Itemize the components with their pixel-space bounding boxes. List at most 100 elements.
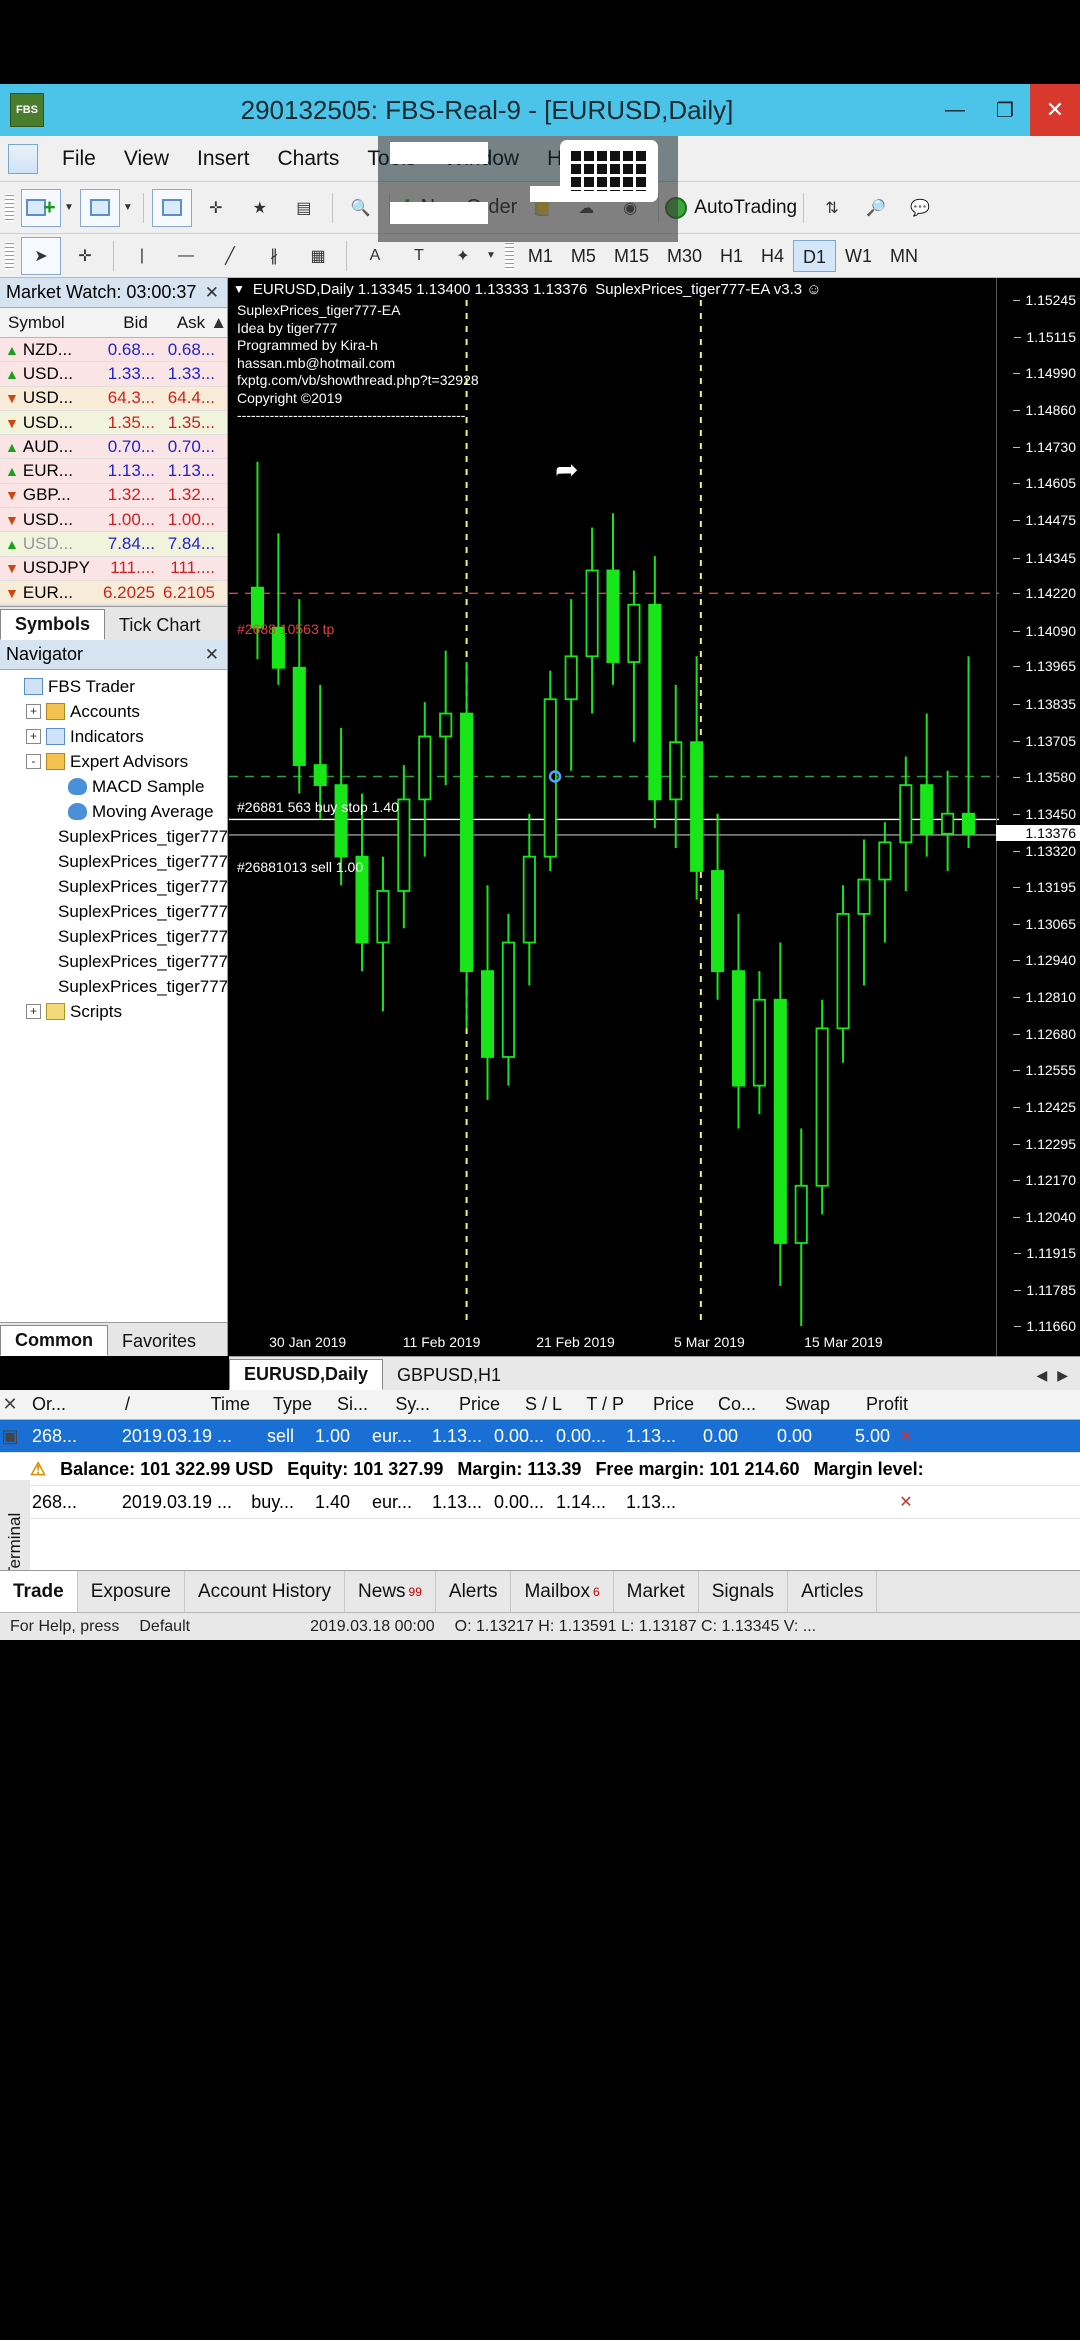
column-profit[interactable]: Profit bbox=[836, 1390, 914, 1419]
terminal-tab-articles[interactable]: Articles bbox=[788, 1571, 877, 1613]
navigator-item[interactable]: FBS Trader bbox=[4, 674, 227, 699]
terminal-tab-exposure[interactable]: Exposure bbox=[78, 1571, 185, 1613]
tab-gbpusd-h1[interactable]: GBPUSD,H1 bbox=[383, 1361, 515, 1390]
toolbar-grip[interactable] bbox=[5, 194, 14, 222]
menu-file[interactable]: File bbox=[48, 147, 110, 171]
tab-symbols[interactable]: Symbols bbox=[0, 609, 105, 640]
tab-eurusd-daily[interactable]: EURUSD,Daily bbox=[229, 1359, 383, 1390]
navigator-item[interactable]: SuplexPrices_tiger777 bbox=[4, 849, 227, 874]
navigator-item[interactable]: SuplexPrices_tiger777 bbox=[4, 874, 227, 899]
timeframe-m30[interactable]: M30 bbox=[658, 240, 711, 272]
close-icon[interactable]: ✕ bbox=[205, 645, 219, 665]
strategy-tester-button[interactable]: 🔍 bbox=[341, 189, 381, 227]
autotrading-button[interactable]: AutoTrading bbox=[665, 197, 797, 219]
navigator-item[interactable]: +Indicators bbox=[4, 724, 227, 749]
navigator-tree[interactable]: FBS Trader+Accounts+Indicators-Expert Ad… bbox=[0, 670, 227, 1024]
vertical-line-tool-button[interactable]: | bbox=[122, 237, 162, 275]
new-chart-button[interactable]: + bbox=[21, 189, 61, 227]
column-symbol[interactable]: Symbol bbox=[0, 308, 94, 337]
terminal-tab-signals[interactable]: Signals bbox=[699, 1571, 788, 1613]
timeframe-m5[interactable]: M5 bbox=[562, 240, 605, 272]
profiles-button[interactable] bbox=[80, 189, 120, 227]
crosshair-tool-button[interactable]: ✛ bbox=[65, 237, 105, 275]
navigator-item[interactable]: +Accounts bbox=[4, 699, 227, 724]
terminal-tab-trade[interactable]: Trade bbox=[0, 1571, 78, 1613]
menu-view[interactable]: View bbox=[110, 147, 183, 171]
text-tool-button[interactable]: A bbox=[355, 237, 395, 275]
market-watch-row[interactable]: ▼USD...1.00...1.00... bbox=[0, 508, 227, 532]
market-watch-row[interactable]: ▲USD...1.33...1.33... bbox=[0, 362, 227, 386]
menu-insert[interactable]: Insert bbox=[183, 147, 264, 171]
navigator-item[interactable]: SuplexPrices_tiger777 bbox=[4, 924, 227, 949]
close-order-icon[interactable]: ✕ bbox=[896, 1420, 922, 1452]
scroll-up-icon[interactable]: ▲ bbox=[210, 308, 227, 337]
terminal-button[interactable]: ▤ bbox=[284, 189, 324, 227]
terminal-tab-market[interactable]: Market bbox=[614, 1571, 699, 1613]
terminal-rows[interactable]: ▣268...2019.03.19 ...sell1.00eur...1.13.… bbox=[0, 1420, 1080, 1519]
order-label[interactable]: #2688 10563 tp bbox=[237, 621, 334, 637]
toolbar-grip[interactable] bbox=[5, 242, 14, 270]
market-watch-row[interactable]: ▼GBP...1.32...1.32... bbox=[0, 484, 227, 508]
chevron-right-icon[interactable]: ▶ bbox=[1057, 1367, 1068, 1384]
close-button[interactable]: ✕ bbox=[1030, 84, 1080, 136]
chevron-left-icon[interactable]: ◀ bbox=[1036, 1367, 1047, 1384]
keyboard-icon[interactable] bbox=[560, 140, 658, 202]
order-label[interactable]: #26881013 sell 1.00 bbox=[237, 859, 363, 875]
timeframe-h4[interactable]: H4 bbox=[752, 240, 793, 272]
chevron-down-icon[interactable]: ▼ bbox=[64, 202, 74, 213]
tree-expander[interactable]: - bbox=[26, 754, 41, 769]
tree-expander[interactable]: + bbox=[26, 1004, 41, 1019]
terminal-row[interactable]: ▣268...2019.03.19 ...sell1.00eur...1.13.… bbox=[0, 1420, 1080, 1453]
column-type[interactable]: Type bbox=[256, 1390, 318, 1419]
chevron-down-icon[interactable]: ▼ bbox=[123, 202, 133, 213]
terminal-row[interactable]: ▣268...2019.03.19 ...buy...1.40eur...1.1… bbox=[0, 1486, 1080, 1519]
column-tp[interactable]: T / P bbox=[568, 1390, 630, 1419]
navigator-item[interactable]: MACD Sample bbox=[4, 774, 227, 799]
tab-favorites[interactable]: Favorites bbox=[108, 1327, 210, 1356]
timeframe-m15[interactable]: M15 bbox=[605, 240, 658, 272]
column-size[interactable]: Si... bbox=[318, 1390, 374, 1419]
arrows-tool-button[interactable]: ✦ bbox=[443, 237, 483, 275]
column-bid[interactable]: Bid bbox=[94, 308, 153, 337]
column-swap[interactable]: Swap bbox=[762, 1390, 836, 1419]
market-watch-row[interactable]: ▼USDJPY111....111.... bbox=[0, 557, 227, 581]
terminal-tab-account-history[interactable]: Account History bbox=[185, 1571, 345, 1613]
navigator-item[interactable]: SuplexPrices_tiger777 bbox=[4, 949, 227, 974]
close-icon[interactable]: ✕ bbox=[205, 283, 219, 303]
column-ask[interactable]: Ask bbox=[153, 308, 210, 337]
toolbar-grip[interactable] bbox=[505, 242, 514, 270]
timeframe-mn[interactable]: MN bbox=[881, 240, 927, 272]
zoom-button[interactable]: 🔎 bbox=[856, 189, 896, 227]
timeframe-h1[interactable]: H1 bbox=[711, 240, 752, 272]
market-watch-row[interactable]: ▲USD...7.84...7.84... bbox=[0, 532, 227, 556]
minimize-button[interactable]: — bbox=[930, 84, 980, 136]
tree-expander[interactable]: + bbox=[26, 704, 41, 719]
market-watch-row[interactable]: ▼EUR...6.20256.2105 bbox=[0, 581, 227, 605]
timeframe-d1[interactable]: D1 bbox=[793, 240, 836, 272]
restore-button[interactable]: ❐ bbox=[980, 84, 1030, 136]
horizontal-line-tool-button[interactable]: — bbox=[166, 237, 206, 275]
trendline-tool-button[interactable]: ╱ bbox=[210, 237, 250, 275]
terminal-tab-news[interactable]: News99 bbox=[345, 1571, 436, 1613]
navigator-item[interactable]: SuplexPrices_tiger777 bbox=[4, 974, 227, 999]
terminal-tab-mailbox[interactable]: Mailbox6 bbox=[511, 1571, 613, 1613]
chat-button[interactable]: 💬 bbox=[900, 189, 940, 227]
chevron-down-icon[interactable]: ▼ bbox=[486, 250, 496, 261]
bar-chart-button[interactable]: ⇅ bbox=[812, 189, 852, 227]
timeframe-m1[interactable]: M1 bbox=[519, 240, 562, 272]
timeframe-w1[interactable]: W1 bbox=[836, 240, 881, 272]
order-label[interactable]: #26881 563 buy stop 1.40 bbox=[237, 799, 399, 815]
column-price-current[interactable]: Price bbox=[630, 1390, 700, 1419]
column-sort[interactable]: / bbox=[118, 1390, 136, 1419]
terminal-tab-alerts[interactable]: Alerts bbox=[436, 1571, 512, 1613]
market-watch-row[interactable]: ▲NZD...0.68...0.68... bbox=[0, 338, 227, 362]
navigator-item[interactable]: SuplexPrices_tiger777 bbox=[4, 824, 227, 849]
chart-tab-scroll[interactable]: ◀ ▶ bbox=[1036, 1367, 1080, 1390]
tree-expander[interactable]: + bbox=[26, 729, 41, 744]
navigator-item[interactable]: +Scripts bbox=[4, 999, 227, 1024]
equidistant-channel-tool-button[interactable]: ∦ bbox=[254, 237, 294, 275]
navigator-item[interactable]: Moving Average bbox=[4, 799, 227, 824]
column-time[interactable]: Time bbox=[136, 1390, 256, 1419]
column-order[interactable]: Or... bbox=[26, 1390, 118, 1419]
navigator-button[interactable]: ★ bbox=[240, 189, 280, 227]
